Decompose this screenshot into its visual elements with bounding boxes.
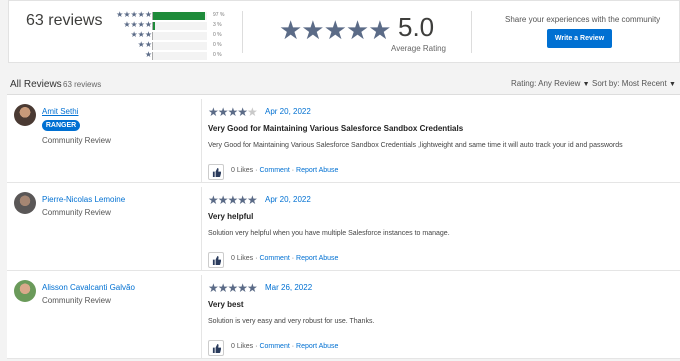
rating-summary-card: 63 reviews ★★★★★ 97 % ★★★★ 3 % ★★★ 0 % ★…: [8, 0, 680, 63]
write-review-button[interactable]: Write a Review: [547, 29, 612, 48]
rating-stars: ★★★★★: [208, 193, 258, 207]
review-actions: 0 Likes · Comment · Report Abuse: [231, 255, 339, 262]
review-body: Solution very helpful when you have mult…: [208, 230, 450, 237]
chevron-down-icon: ▼: [668, 81, 676, 88]
review-date: Apr 20, 2022: [265, 195, 311, 204]
review-actions: 0 Likes · Comment · Report Abuse: [231, 167, 339, 174]
divider: [201, 275, 202, 359]
distribution-percent: 0 %: [213, 32, 222, 38]
avatar[interactable]: [14, 104, 36, 126]
comment-link[interactable]: Comment: [259, 343, 289, 350]
divider: [201, 187, 202, 271]
all-reviews-title: All Reviews: [10, 79, 62, 90]
thumbs-up-icon: [212, 344, 221, 353]
like-button[interactable]: [208, 164, 224, 180]
review-actions: 0 Likes · Comment · Report Abuse: [231, 343, 339, 350]
reviews-list: Amit Sethi RANGER Community Review ★★★★★…: [7, 94, 680, 359]
thumbs-up-icon: [212, 256, 221, 265]
rating-stars: ★★★★★: [208, 105, 258, 119]
review-date: Mar 26, 2022: [265, 283, 313, 292]
average-rating-label: Average Rating: [391, 44, 446, 53]
distribution-percent: 97 %: [213, 12, 225, 18]
rating-stars: ★★★★★: [208, 281, 258, 295]
review-type-label: Community Review: [42, 136, 111, 145]
distribution-bar: [152, 12, 207, 20]
distribution-bar: [152, 52, 207, 60]
average-rating-value: 5.0: [398, 12, 435, 42]
report-abuse-link[interactable]: Report Abuse: [296, 343, 338, 350]
report-abuse-link[interactable]: Report Abuse: [296, 255, 338, 262]
review-title: Very Good for Maintaining Various Salesf…: [208, 124, 464, 133]
review-type-label: Community Review: [42, 296, 111, 305]
distribution-bar: [152, 32, 207, 40]
rating-filter-dropdown[interactable]: Rating: Any Review ▼: [511, 79, 590, 88]
avatar[interactable]: [14, 192, 36, 214]
like-button[interactable]: [208, 340, 224, 356]
average-star-icons: ★★★★★: [279, 15, 392, 45]
review-body: Solution is very easy and very robust fo…: [208, 318, 375, 325]
distribution-percent: 3 %: [213, 22, 222, 28]
comment-link[interactable]: Comment: [259, 167, 289, 174]
likes-count: 0 Likes: [231, 255, 254, 262]
reviewer-name-link[interactable]: Amit Sethi: [42, 107, 78, 116]
thumbs-up-icon: [212, 168, 221, 177]
reviews-count: 63 reviews: [63, 80, 102, 89]
review-title: Very best: [208, 300, 244, 309]
distribution-bar: [152, 22, 207, 30]
star-icons: ★★: [137, 40, 152, 49]
report-abuse-link[interactable]: Report Abuse: [296, 167, 338, 174]
star-icons: ★★★: [130, 30, 152, 39]
reviewer-name-link[interactable]: Pierre-Nicolas Lemoine: [42, 195, 125, 204]
share-prompt: Share your experiences with the communit…: [505, 15, 661, 24]
distribution-row-3[interactable]: ★★★ 0 %: [112, 30, 242, 41]
review-item: Amit Sethi RANGER Community Review ★★★★★…: [7, 95, 680, 183]
review-title: Very helpful: [208, 212, 254, 221]
reviewer-name-link[interactable]: Alisson Cavalcanti Galvão: [42, 283, 135, 292]
sort-label: Sort by: Most Recent: [592, 79, 667, 88]
star-icons: ★★★★★: [116, 10, 152, 19]
comment-link[interactable]: Comment: [259, 255, 289, 262]
divider: [471, 11, 472, 53]
like-button[interactable]: [208, 252, 224, 268]
sort-dropdown[interactable]: Sort by: Most Recent ▼: [592, 79, 676, 88]
rating-filter-label: Rating: Any Review: [511, 79, 581, 88]
star-icons: ★: [144, 50, 152, 59]
likes-count: 0 Likes: [231, 343, 254, 350]
review-date: Apr 20, 2022: [265, 107, 311, 116]
review-item: Alisson Cavalcanti Galvão Community Revi…: [7, 271, 680, 359]
total-reviews: 63 reviews: [26, 12, 103, 29]
ranger-badge: RANGER: [42, 120, 80, 131]
distribution-row-2[interactable]: ★★ 0 %: [112, 40, 242, 51]
likes-count: 0 Likes: [231, 167, 254, 174]
review-body: Very Good for Maintaining Various Salesf…: [208, 142, 623, 149]
divider: [242, 11, 243, 53]
review-type-label: Community Review: [42, 208, 111, 217]
distribution-bar: [152, 42, 207, 50]
divider: [201, 99, 202, 183]
star-icons: ★★★★: [123, 20, 152, 29]
chevron-down-icon: ▼: [582, 81, 590, 88]
distribution-percent: 0 %: [213, 52, 222, 58]
avatar[interactable]: [14, 280, 36, 302]
rating-distribution: ★★★★★ 97 % ★★★★ 3 % ★★★ 0 % ★★ 0 % ★ 0 %: [112, 10, 242, 61]
distribution-row-1[interactable]: ★ 0 %: [112, 50, 242, 61]
review-item: Pierre-Nicolas Lemoine Community Review …: [7, 183, 680, 271]
reviews-list-header: All Reviews 63 reviews Rating: Any Revie…: [0, 74, 680, 94]
distribution-percent: 0 %: [213, 42, 222, 48]
